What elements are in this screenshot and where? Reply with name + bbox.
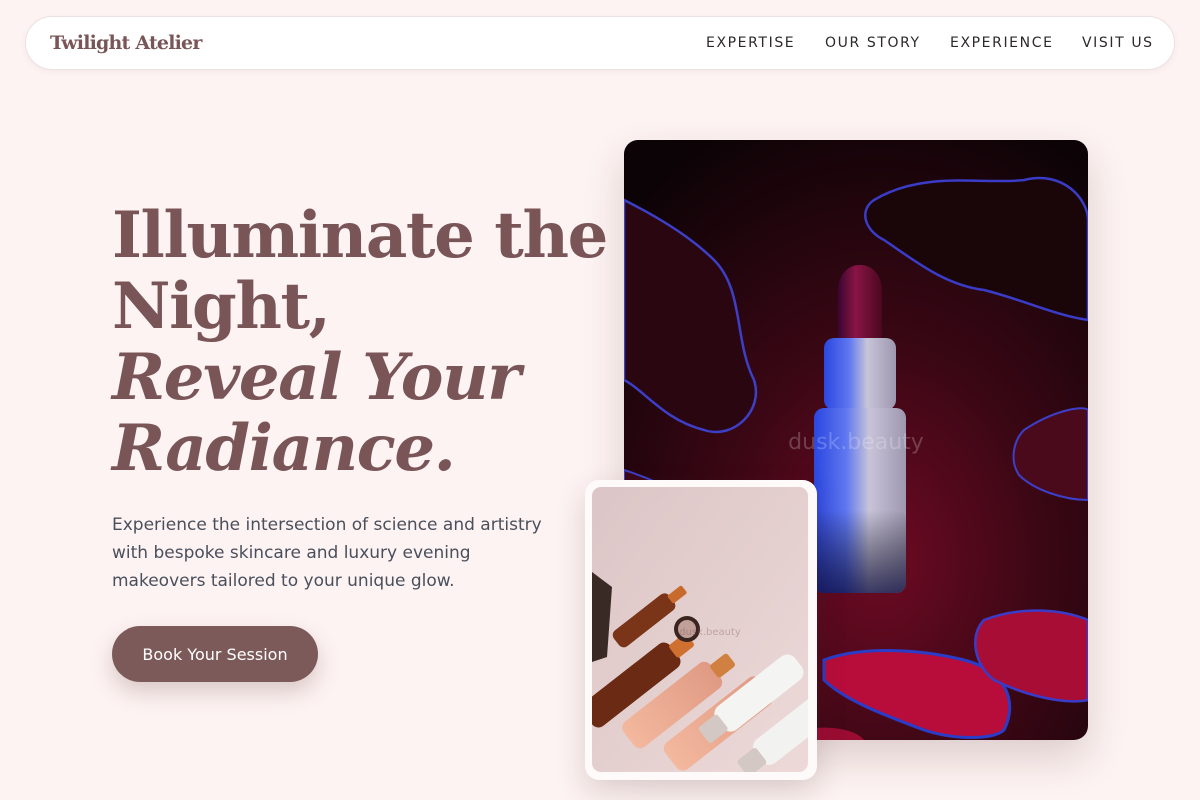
hero-description: Experience the intersection of science a… bbox=[112, 515, 542, 591]
nav-link-our-story[interactable]: OUR STORY bbox=[825, 35, 921, 51]
cosmetics-thumbnail-card: dusk.beauty bbox=[585, 480, 817, 780]
brand-logo-text[interactable]: Twilight Atelier bbox=[50, 32, 202, 54]
cosmetics-bottles-image: dusk.beauty bbox=[592, 487, 808, 772]
nav-link-experience[interactable]: EXPERIENCE bbox=[950, 35, 1054, 51]
hero-heading-line: Illuminate the bbox=[112, 198, 608, 273]
book-session-button[interactable]: Book Your Session bbox=[112, 626, 318, 682]
top-navigation-bar: Twilight Atelier EXPERTISE OUR STORY EXP… bbox=[25, 16, 1175, 70]
hero-heading-italic-line: Reveal Your bbox=[112, 340, 521, 415]
hero-heading-line: Night, bbox=[112, 269, 331, 344]
nav-link-expertise[interactable]: EXPERTISE bbox=[706, 35, 795, 51]
main-image-watermark: dusk.beauty bbox=[788, 430, 924, 455]
thumbnail-watermark: dusk.beauty bbox=[679, 627, 741, 638]
hero-heading-italic-line: Radiance. bbox=[112, 411, 456, 486]
hero-heading: Illuminate the Night, Reveal Your Radian… bbox=[112, 198, 608, 486]
nav-link-visit-us[interactable]: VISIT US bbox=[1082, 35, 1154, 51]
